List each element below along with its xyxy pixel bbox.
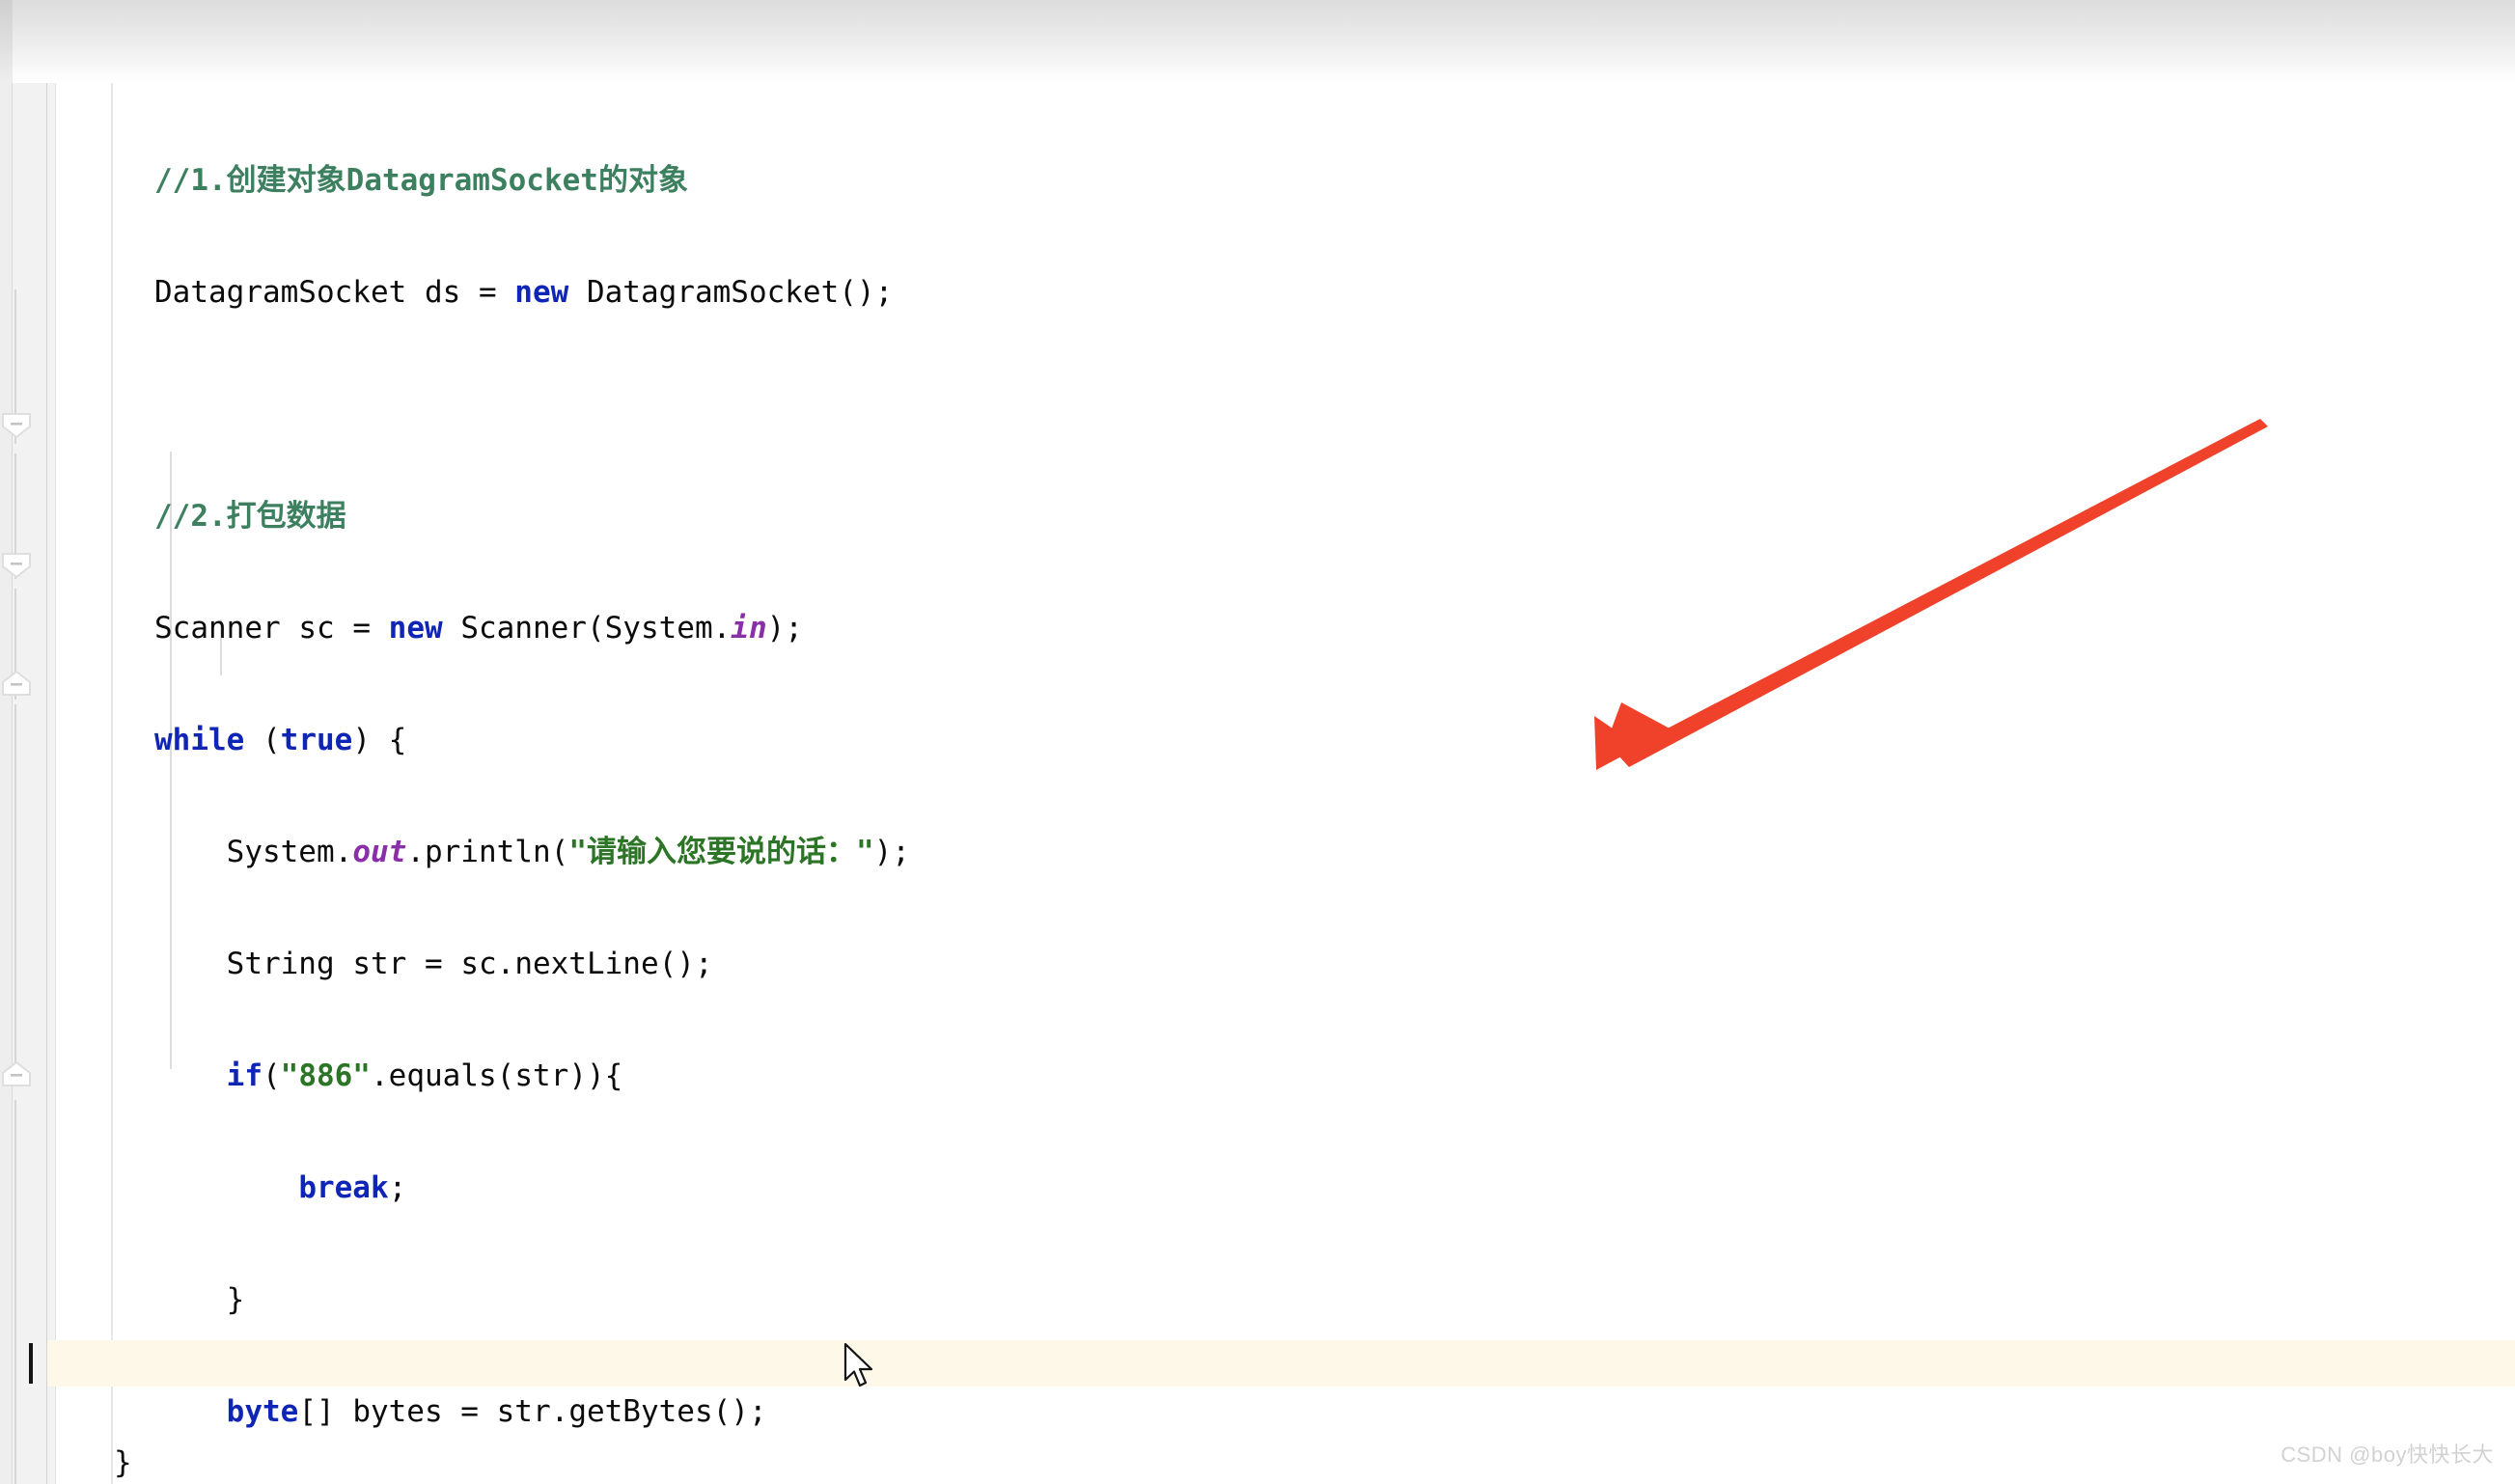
code-line-1[interactable]: //1.创建对象DatagramSocket的对象 <box>154 152 2278 208</box>
fold-collapse-icon-2[interactable] <box>2 553 31 578</box>
ctor-token: DatagramSocket <box>586 275 840 310</box>
method-equals: equals <box>388 1058 497 1093</box>
var-token: sc <box>460 947 497 981</box>
keyword-break: break <box>298 1170 389 1205</box>
var-token: str <box>352 947 407 981</box>
var-token: str <box>496 1394 551 1429</box>
editor-left-border <box>111 0 113 1484</box>
var-token: str <box>514 1058 569 1093</box>
method-getbytes: getBytes <box>568 1394 713 1429</box>
code-line-4[interactable]: //2.打包数据 <box>154 488 2278 544</box>
keyword-true: true <box>280 723 353 757</box>
screenshot-root: //1.创建对象DatagramSocket的对象 DatagramSocket… <box>0 0 2515 1484</box>
gutter-divider-line <box>46 0 47 1484</box>
fold-rail-segment-5 <box>14 1100 16 1484</box>
code-content[interactable]: //1.创建对象DatagramSocket的对象 DatagramSocket… <box>154 96 2278 1484</box>
window-top-shadow <box>0 0 2515 83</box>
code-line-5[interactable]: Scanner sc = new Scanner(System.in); <box>154 600 2278 656</box>
window-top-shadow-rail <box>0 0 13 83</box>
ctor-token: Scanner <box>460 611 587 646</box>
code-line-8[interactable]: String str = sc.nextLine(); <box>154 936 2278 992</box>
fold-rail-segment-4 <box>14 704 16 1081</box>
field-in: in <box>731 611 767 646</box>
var-token: ds <box>424 275 461 310</box>
field-out: out <box>352 835 407 869</box>
comment-token: //2.打包数据 <box>154 499 346 534</box>
fold-expand-icon-2[interactable] <box>2 1061 31 1086</box>
code-line-6[interactable]: while (true) { <box>154 712 2278 768</box>
comment-token: //1.创建对象DatagramSocket的对象 <box>154 163 688 198</box>
code-line-2[interactable]: DatagramSocket ds = new DatagramSocket()… <box>154 264 2278 320</box>
code-line-3-blank <box>154 376 2278 432</box>
code-line-10[interactable]: break; <box>154 1160 2278 1216</box>
code-line-9[interactable]: if("886".equals(str)){ <box>154 1048 2278 1104</box>
keyword-byte: byte <box>226 1394 299 1429</box>
trailing-brace: } <box>114 1445 132 1480</box>
method-println: println <box>424 835 551 869</box>
window-left-edge-rail <box>0 0 13 1484</box>
fold-collapse-icon-1[interactable] <box>2 413 31 438</box>
method-nextline: nextLine <box>514 947 659 981</box>
keyword-while: while <box>154 723 245 757</box>
code-line-7[interactable]: System.out.println("请输入您要说的话："); <box>154 824 2278 880</box>
var-token: bytes <box>352 1394 443 1429</box>
type-token: String <box>226 947 335 981</box>
text-caret <box>29 1343 33 1384</box>
code-line-11[interactable]: } <box>154 1272 2278 1328</box>
keyword-new: new <box>514 275 569 310</box>
keyword-if: if <box>226 1058 263 1093</box>
type-token: DatagramSocket <box>154 275 407 310</box>
string-prompt: "请输入您要说的话：" <box>568 835 874 869</box>
code-line-12[interactable]: byte[] bytes = str.getBytes(); <box>154 1384 2278 1440</box>
editor-fold-gutter[interactable] <box>13 0 56 1484</box>
keyword-new: new <box>388 611 443 646</box>
var-token: sc <box>298 611 335 646</box>
string-886: "886" <box>280 1058 371 1093</box>
type-token: Scanner <box>154 611 281 646</box>
current-line-highlight[interactable] <box>47 1340 2515 1387</box>
watermark-text: CSDN @boy快快长大 <box>2280 1443 2494 1467</box>
fold-expand-icon-1[interactable] <box>2 671 31 696</box>
